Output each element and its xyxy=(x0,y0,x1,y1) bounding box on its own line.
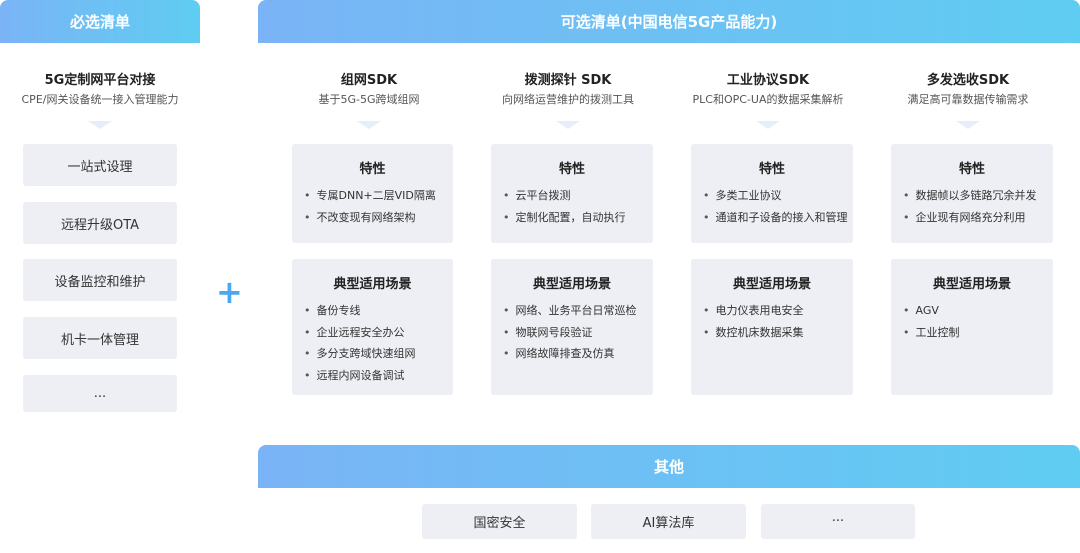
required-list-header-label: 必选清单 xyxy=(69,13,130,31)
plus-icon: + xyxy=(216,273,243,311)
sdk-subtitle: 满足高可靠数据传输需求 xyxy=(907,93,1029,106)
list-item: 定制化配置，自动执行 xyxy=(503,207,653,229)
list-item: 企业现有网络充分利用 xyxy=(903,207,1053,229)
sdk-subtitle: PLC和OPC-UA的数据采集解析 xyxy=(692,93,844,106)
list-item: 数控机床数据采集 xyxy=(703,322,853,344)
required-item: 一站式设理 xyxy=(23,144,177,186)
features-card: 特性 云平台拨测 定制化配置，自动执行 xyxy=(491,144,653,243)
down-arrow-icon xyxy=(956,121,980,129)
list-item: 工业控制 xyxy=(903,322,1053,344)
list-item: 电力仪表用电安全 xyxy=(703,300,853,322)
scenarios-title: 典型适用场景 xyxy=(333,277,412,292)
sdk-title: 多发选收SDK xyxy=(926,73,1010,88)
features-title: 特性 xyxy=(558,162,585,177)
list-item: AGV xyxy=(903,300,1053,322)
required-list-header: 必选清单 xyxy=(0,0,200,43)
other-header: 其他 xyxy=(258,445,1080,488)
list-item: 多分支跨域快速组网 xyxy=(304,343,453,365)
list-item: 云平台拨测 xyxy=(503,185,653,207)
list-item: 不改变现有网络架构 xyxy=(304,207,453,229)
features-title: 特性 xyxy=(758,162,785,177)
list-item: 网络故障排查及仿真 xyxy=(503,343,653,365)
sdk-title: 工业协议SDK xyxy=(726,73,810,88)
scenarios-title: 典型适用场景 xyxy=(932,277,1011,292)
scenarios-card: 典型适用场景 备份专线 企业远程安全办公 多分支跨域快速组网 远程内网设备调试 xyxy=(292,259,453,395)
other-item: ··· xyxy=(761,504,915,539)
scenarios-card: 典型适用场景 电力仪表用电安全 数控机床数据采集 xyxy=(691,259,853,395)
list-item: 网络、业务平台日常巡检 xyxy=(503,300,653,322)
other-item: AI算法库 xyxy=(591,504,746,539)
list-item: 通道和子设备的接入和管理 xyxy=(703,207,853,229)
list-item: 物联网号段验证 xyxy=(503,322,653,344)
required-item: ... xyxy=(23,375,177,412)
required-item: 机卡一体管理 xyxy=(23,317,177,359)
list-item: 企业远程安全办公 xyxy=(304,322,453,344)
features-card: 特性 专属DNN+二层VID隔离 不改变现有网络架构 xyxy=(292,144,453,243)
required-title: 5G定制网平台对接 xyxy=(44,73,156,88)
sdk-subtitle: 基于5G-5G跨域组网 xyxy=(318,93,420,106)
required-subtitle: CPE/网关设备统一接入管理能力 xyxy=(21,93,179,106)
scenarios-card: 典型适用场景 网络、业务平台日常巡检 物联网号段验证 网络故障排查及仿真 xyxy=(491,259,653,395)
list-item: 远程内网设备调试 xyxy=(304,365,453,387)
down-arrow-icon xyxy=(556,121,580,129)
scenarios-title: 典型适用场景 xyxy=(532,277,611,292)
optional-list-header-label: 可选清单(中国电信5G产品能力) xyxy=(560,13,778,31)
down-arrow-icon xyxy=(88,121,112,129)
required-item: 远程升级OTA xyxy=(23,202,177,244)
other-header-label: 其他 xyxy=(653,458,684,476)
features-card: 特性 多类工业协议 通道和子设备的接入和管理 xyxy=(691,144,853,243)
other-item: 国密安全 xyxy=(422,504,577,539)
down-arrow-icon xyxy=(357,121,381,129)
features-title: 特性 xyxy=(958,162,985,177)
sdk-subtitle: 向网络运营维护的拨测工具 xyxy=(502,93,634,106)
optional-list-header: 可选清单(中国电信5G产品能力) xyxy=(258,0,1080,43)
required-item: 设备监控和维护 xyxy=(23,259,177,301)
scenarios-card: 典型适用场景 AGV 工业控制 xyxy=(891,259,1053,395)
list-item: 专属DNN+二层VID隔离 xyxy=(304,185,453,207)
list-item: 多类工业协议 xyxy=(703,185,853,207)
features-title: 特性 xyxy=(359,162,386,177)
down-arrow-icon xyxy=(756,121,780,129)
features-card: 特性 数据帧以多链路冗余并发 企业现有网络充分利用 xyxy=(891,144,1053,243)
list-item: 备份专线 xyxy=(304,300,453,322)
scenarios-title: 典型适用场景 xyxy=(732,277,811,292)
sdk-title: 组网SDK xyxy=(340,73,398,88)
list-item: 数据帧以多链路冗余并发 xyxy=(903,185,1053,207)
sdk-title: 拨测探针 SDK xyxy=(524,73,612,88)
